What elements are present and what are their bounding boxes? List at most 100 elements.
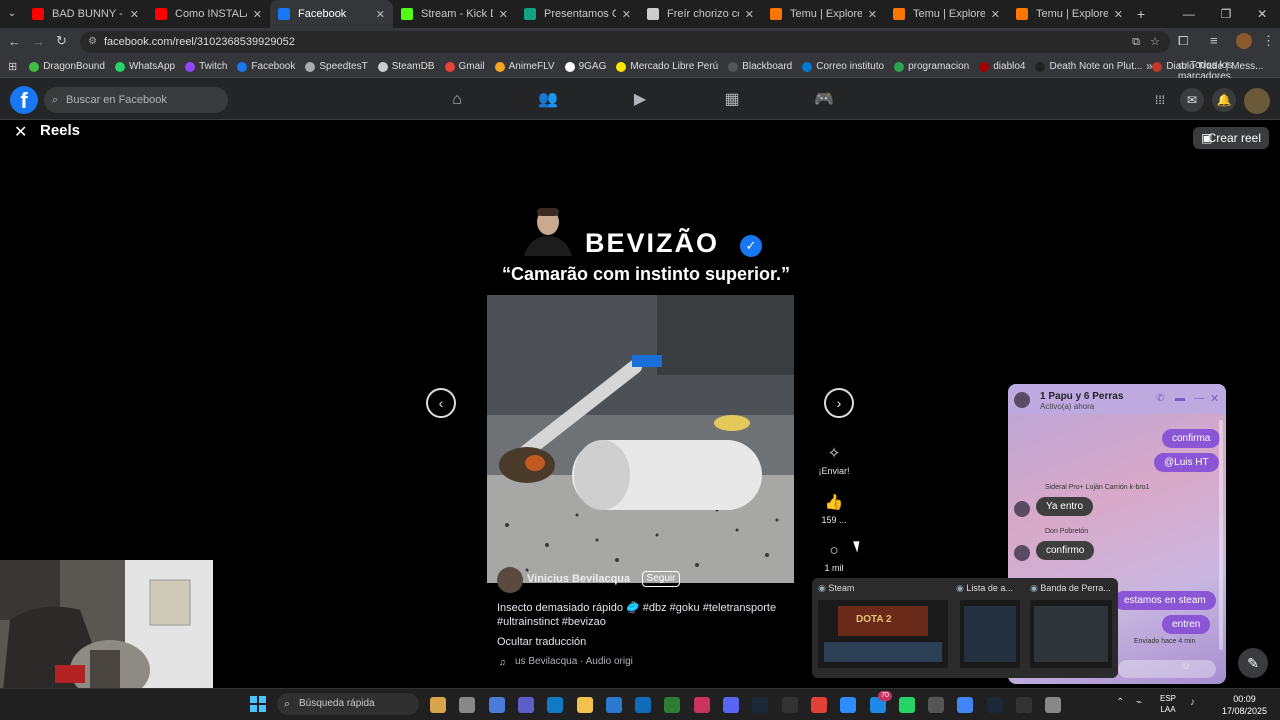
profile-avatar[interactable] bbox=[1236, 33, 1252, 49]
bookmark-star-icon[interactable]: ☆ bbox=[1150, 31, 1160, 53]
bookmark-item[interactable]: Gmail bbox=[444, 61, 485, 72]
sender-avatar[interactable] bbox=[1014, 545, 1030, 561]
taskbar-app-icon[interactable] bbox=[1016, 697, 1032, 713]
bookmark-item[interactable]: Facebook bbox=[237, 61, 295, 72]
chat-message-input[interactable] bbox=[1118, 660, 1216, 678]
gaming-icon[interactable]: 🎮 bbox=[814, 90, 834, 110]
comment-action[interactable]: ○ 1 mil bbox=[816, 542, 852, 573]
taskbar-app-icon[interactable] bbox=[547, 697, 564, 713]
language-indicator[interactable]: ESP LAA bbox=[1160, 693, 1176, 715]
steam-preview-thumbnail[interactable]: DOTA 2 bbox=[818, 600, 948, 668]
maximize-icon[interactable]: ❐ bbox=[1221, 7, 1232, 21]
taskbar-app-icon[interactable] bbox=[986, 697, 1003, 713]
chat-group-avatar[interactable] bbox=[1014, 392, 1030, 408]
browser-tab[interactable]: Facebook ✕ bbox=[270, 0, 393, 28]
preview-banda[interactable]: ◉ Banda de Perra... bbox=[1030, 583, 1111, 594]
previous-reel-button[interactable]: ‹ bbox=[426, 388, 456, 418]
minimize-chat-icon[interactable]: — bbox=[1194, 393, 1204, 404]
tab-close-icon[interactable]: ✕ bbox=[1114, 8, 1123, 21]
new-tab-button[interactable]: + bbox=[1131, 6, 1151, 22]
bookmarks-overflow-button[interactable]: » bbox=[1146, 59, 1153, 73]
apps-grid-icon[interactable]: ⊞ bbox=[8, 60, 17, 73]
browser-menu-icon[interactable]: ⋮ bbox=[1262, 33, 1275, 49]
extensions-icon[interactable]: ⧠ bbox=[1178, 33, 1188, 49]
minimize-icon[interactable]: — bbox=[1183, 7, 1195, 21]
list-preview-thumbnail[interactable] bbox=[960, 600, 1020, 668]
close-chat-icon[interactable]: ✕ bbox=[1210, 392, 1219, 405]
taskbar-app-icon[interactable] bbox=[810, 697, 827, 713]
tab-close-icon[interactable]: ✕ bbox=[745, 8, 754, 21]
taskbar-app-icon[interactable] bbox=[693, 697, 710, 713]
taskbar-app-icon[interactable] bbox=[664, 697, 681, 713]
preview-steam[interactable]: ◉ Steam bbox=[818, 583, 854, 594]
tab-close-icon[interactable]: ✕ bbox=[622, 8, 631, 21]
author-avatar[interactable] bbox=[497, 567, 523, 593]
reading-list-icon[interactable]: ≡ bbox=[1210, 33, 1218, 48]
install-app-icon[interactable]: ⧉ bbox=[1132, 31, 1140, 53]
taskbar-app-icon[interactable] bbox=[459, 697, 476, 713]
bookmark-item[interactable]: Correo instituto bbox=[802, 61, 884, 72]
tab-search-chevron-icon[interactable]: ⌄ bbox=[0, 0, 24, 28]
browser-tab[interactable]: BAD BUNNY - NI BIEN ✕ bbox=[24, 0, 147, 28]
system-clock[interactable]: 00:09 17/08/2025 bbox=[1222, 693, 1267, 717]
bookmark-item[interactable]: Mercado Libre Perú bbox=[616, 61, 718, 72]
browser-tab[interactable]: Presentamos ChatGP ✕ bbox=[516, 0, 639, 28]
taskbar-app-icon[interactable] bbox=[840, 697, 857, 713]
network-icon[interactable]: ⌁ bbox=[1136, 697, 1142, 708]
taskbar-app-icon[interactable] bbox=[781, 697, 798, 713]
taskbar-app-icon[interactable] bbox=[957, 697, 974, 713]
taskbar-search[interactable]: ⌕ Búsqueda rápida bbox=[277, 693, 419, 715]
account-avatar[interactable] bbox=[1244, 88, 1270, 114]
taskbar-app-icon[interactable] bbox=[517, 697, 534, 713]
taskbar-app-icon[interactable] bbox=[430, 697, 446, 713]
bookmark-item[interactable]: WhatsApp bbox=[114, 61, 175, 72]
tab-close-icon[interactable]: ✕ bbox=[253, 8, 262, 21]
windows-start-icon[interactable] bbox=[250, 696, 266, 712]
taskbar-app-icon[interactable] bbox=[605, 697, 622, 713]
tab-close-icon[interactable]: ✕ bbox=[130, 8, 139, 21]
hide-translation-link[interactable]: Ocultar traducción bbox=[497, 636, 586, 648]
chat-title[interactable]: 1 Papu y 6 Perras bbox=[1040, 391, 1123, 402]
like-action[interactable]: 👍 159 ... bbox=[816, 493, 852, 525]
bookmark-item[interactable]: Twitch bbox=[185, 61, 227, 72]
tab-close-icon[interactable]: ✕ bbox=[991, 8, 1000, 21]
bookmark-item[interactable]: Blackboard bbox=[728, 61, 792, 72]
taskbar-app-icon[interactable] bbox=[723, 697, 739, 713]
banda-preview-thumbnail[interactable] bbox=[1030, 600, 1112, 668]
taskbar-app-icon[interactable] bbox=[898, 697, 915, 713]
tab-close-icon[interactable]: ✕ bbox=[499, 8, 508, 21]
taskbar-app-icon[interactable] bbox=[635, 697, 652, 713]
browser-tab[interactable]: Temu | Explore the La ✕ bbox=[885, 0, 1008, 28]
author-name[interactable]: Vinicius Bevilacqua bbox=[527, 573, 630, 585]
preview-list[interactable]: ◉ Lista de a... bbox=[956, 583, 1013, 594]
taskbar-app-icon[interactable] bbox=[488, 697, 505, 713]
tab-close-icon[interactable]: ✕ bbox=[376, 8, 385, 21]
browser-tab[interactable]: Como INSTALAR MO ✕ bbox=[147, 0, 270, 28]
browser-tab[interactable]: Temu | Explore the La ✕ bbox=[1008, 0, 1131, 28]
forward-icon[interactable]: → bbox=[32, 34, 45, 49]
close-icon[interactable]: ✕ bbox=[14, 122, 27, 142]
facebook-search-input[interactable]: ⌕ Buscar en Facebook bbox=[44, 87, 228, 113]
taskbar-app-icon[interactable] bbox=[1045, 697, 1062, 713]
browser-tab[interactable]: Temu | Explore the La ✕ bbox=[762, 0, 885, 28]
taskbar-app-icon[interactable] bbox=[576, 697, 593, 713]
crear-reel-button[interactable]: ▣ Crear reel bbox=[1193, 127, 1269, 149]
home-icon[interactable]: ⌂ bbox=[447, 90, 467, 110]
facebook-logo[interactable]: f bbox=[10, 86, 38, 114]
tray-chevron-icon[interactable]: ⌃ bbox=[1116, 697, 1124, 708]
new-message-button[interactable]: ✎ bbox=[1238, 648, 1268, 678]
messenger-icon[interactable]: ✉ bbox=[1180, 88, 1204, 112]
call-icon[interactable]: ✆ bbox=[1156, 393, 1164, 404]
notifications-bell-icon[interactable]: 🔔 bbox=[1212, 88, 1236, 112]
follow-button[interactable]: Seguir bbox=[642, 571, 680, 587]
taskbar-app-icon[interactable] bbox=[928, 697, 945, 713]
taskbar-app-icon[interactable] bbox=[752, 697, 769, 713]
emoji-icon[interactable]: ☺ bbox=[1180, 660, 1191, 672]
tab-close-icon[interactable]: ✕ bbox=[868, 8, 877, 21]
bookmark-item[interactable]: diablo4 bbox=[979, 61, 1025, 72]
back-icon[interactable]: ← bbox=[8, 34, 21, 49]
bookmark-item[interactable]: Death Note on Plut... bbox=[1035, 61, 1142, 72]
reload-icon[interactable]: ↻ bbox=[56, 33, 67, 49]
bookmark-item[interactable]: SteamDB bbox=[377, 61, 435, 72]
url-field[interactable]: ⚙ facebook.com/reel/3102368539929052 ⧉ ☆ bbox=[80, 31, 1170, 53]
